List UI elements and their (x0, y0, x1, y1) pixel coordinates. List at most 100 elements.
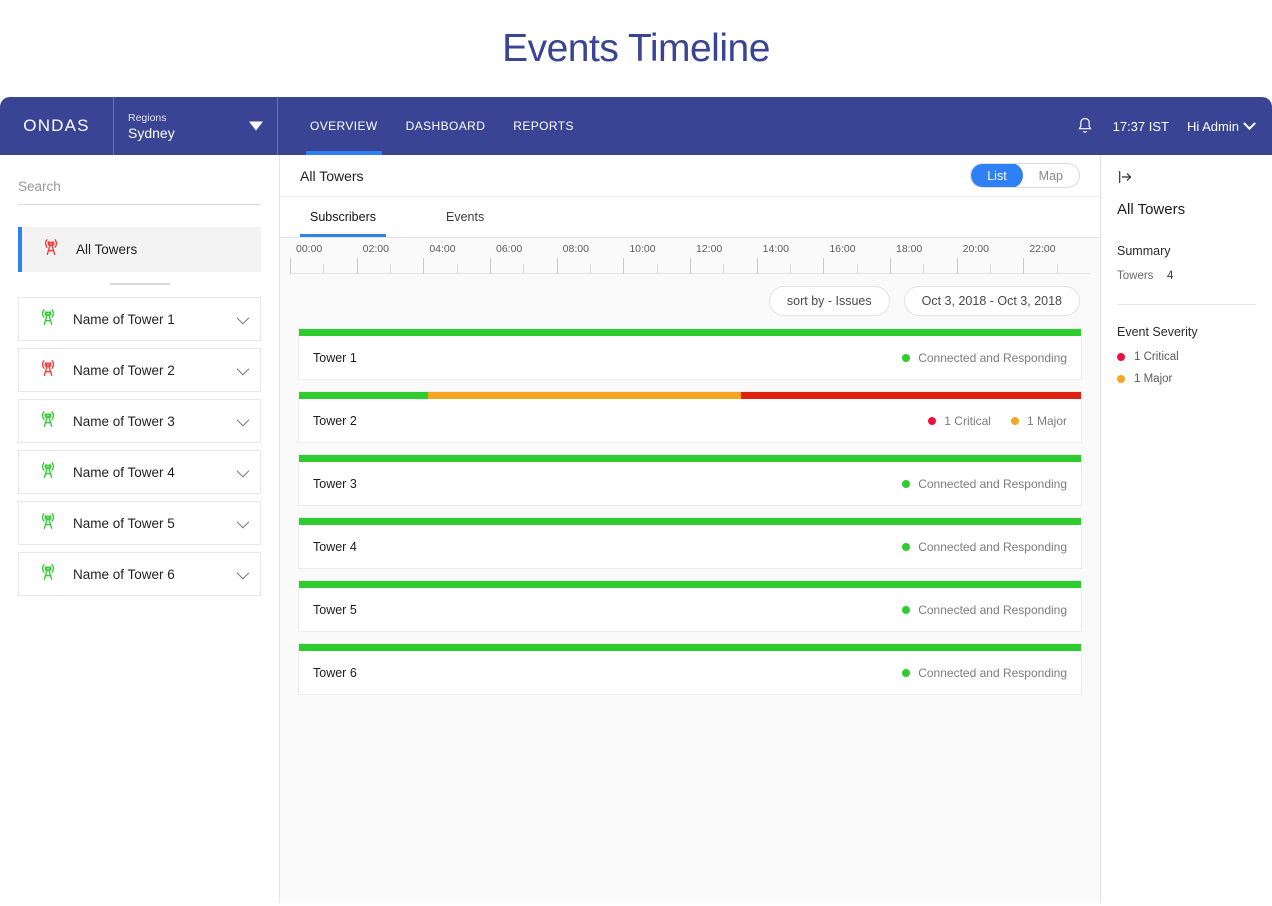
severity-heading: Event Severity (1117, 325, 1198, 339)
ruler-tick-minor-mark (456, 264, 458, 274)
timeline-ruler: 00:00 02:00 04:00 06:00 08:00 10:00 12:00 14:00… (290, 238, 1090, 274)
table-row[interactable]: Tower 2 1 Critical 1 Major (298, 391, 1082, 443)
severity-item-critical-label: 1 Critical (1134, 351, 1179, 363)
status-badge: Connected and Responding (902, 351, 1067, 365)
sidebar-divider (109, 283, 170, 285)
sort-by-label: sort by - Issues (786, 294, 872, 308)
chevron-down-icon[interactable] (236, 515, 250, 528)
row-tower-name: Tower 4 (313, 539, 357, 554)
region-selector[interactable]: Regions Sydney (113, 97, 278, 155)
user-menu[interactable]: Hi Admin (1187, 116, 1256, 134)
sidebar-item-tower-3-label: Name of Tower 3 (73, 413, 175, 429)
table-row[interactable]: Tower 5 Connected and Responding (298, 580, 1082, 632)
nav-tabs: OVERVIEW DASHBOARD REPORTS (296, 97, 588, 155)
main-content: All Towers List Map Subscribers Events 0… (280, 155, 1100, 903)
status-badge: Connected and Responding (902, 540, 1067, 554)
status-badge-label: 1 Critical (944, 413, 991, 428)
ruler-tick-major (556, 258, 558, 274)
ruler-tick-minor-mark (923, 264, 925, 274)
chevron-down-icon (1243, 116, 1256, 130)
status-dot (1010, 416, 1019, 425)
table-row[interactable]: Tower 1 Connected and Responding (298, 328, 1082, 380)
timeline-bar-segment (428, 392, 741, 399)
view-toggle: List Map (970, 163, 1080, 188)
page-title-text: Events Timeline (502, 26, 770, 70)
row-body: Tower 3 Connected and Responding (299, 462, 1081, 505)
tab-events-label: Events (446, 210, 485, 224)
top-navbar: ONDAS Regions Sydney OVERVIEW DASHBOARD … (0, 97, 1272, 155)
timeline-bar-segment (299, 644, 1081, 651)
status-dot (1117, 375, 1125, 383)
ruler-tick-major (290, 258, 291, 274)
tower-icon (37, 561, 59, 588)
chevron-down-icon[interactable] (236, 413, 250, 426)
ruler-tick-minor-mark (723, 264, 725, 274)
sidebar-item-tower-3[interactable]: Name of Tower 3 (18, 399, 261, 443)
ruler-tick-label: 12:00 (696, 243, 723, 255)
row-status: Connected and Responding (902, 477, 1067, 491)
tab-events[interactable]: Events (436, 197, 494, 237)
status-badge: Connected and Responding (902, 666, 1067, 680)
status-dot (902, 542, 911, 551)
sidebar-item-tower-1[interactable]: Name of Tower 1 (18, 297, 261, 341)
chevron-down-icon[interactable] (236, 311, 250, 324)
status-dot (1117, 353, 1125, 361)
status-badge-label: 1 Major (1026, 413, 1067, 428)
status-badge-label: Connected and Responding (918, 476, 1067, 491)
sidebar-item-all-towers[interactable]: All Towers (18, 227, 261, 272)
view-toggle-list[interactable]: List (971, 164, 1023, 187)
sort-by-button[interactable]: sort by - Issues (768, 286, 890, 316)
app-body: All Towers Name of Tower 1 (0, 155, 1272, 903)
view-toggle-map[interactable]: Map (1023, 164, 1079, 187)
status-dot (902, 668, 911, 677)
sidebar-item-all-towers-label: All Towers (76, 242, 138, 257)
ruler-tick-major (890, 258, 891, 274)
status-badge-label: Connected and Responding (918, 602, 1067, 617)
sidebar-item-tower-2[interactable]: Name of Tower 2 (18, 348, 261, 392)
timeline-bar-segment (299, 392, 429, 399)
table-row[interactable]: Tower 4 Connected and Responding (298, 517, 1082, 569)
sidebar-item-tower-6-label: Name of Tower 6 (73, 566, 175, 582)
nav-tab-reports[interactable]: REPORTS (499, 97, 588, 155)
timeline-bar (299, 329, 1081, 336)
nav-tab-overview[interactable]: OVERVIEW (296, 97, 392, 155)
right-panel-title: All Towers (1117, 201, 1186, 218)
date-range-button[interactable]: Oct 3, 2018 - Oct 3, 2018 (903, 286, 1080, 316)
ruler-tick-major (756, 258, 758, 274)
sidebar-item-tower-5[interactable]: Name of Tower 5 (18, 501, 261, 545)
row-status: Connected and Responding (902, 666, 1067, 680)
table-row[interactable]: Tower 6 Connected and Responding (298, 643, 1082, 695)
status-dot (928, 416, 937, 425)
content-tabs: Subscribers Events (280, 197, 1100, 238)
ruler-tick-label: 10:00 (629, 243, 656, 255)
nav-tab-overview-label: OVERVIEW (310, 119, 378, 133)
bell-icon[interactable] (1075, 115, 1095, 137)
panel-collapse-icon[interactable] (1117, 169, 1256, 185)
table-row[interactable]: Tower 3 Connected and Responding (298, 454, 1082, 506)
ruler-tick-major (623, 258, 625, 274)
search-input[interactable] (18, 173, 261, 205)
summary-key: Towers (1117, 270, 1154, 282)
nav-tab-dashboard[interactable]: DASHBOARD (392, 97, 500, 155)
brand-logo[interactable]: ONDAS (0, 97, 113, 155)
tab-subscribers[interactable]: Subscribers (300, 197, 386, 237)
right-panel: All Towers Summary Towers 4 Event Severi… (1100, 155, 1272, 903)
chevron-down-icon[interactable] (236, 362, 250, 375)
sidebar-item-tower-4-label: Name of Tower 4 (73, 464, 175, 480)
ruler-tick-label: 00:00 (296, 243, 323, 255)
chevron-down-icon[interactable] (236, 566, 250, 579)
status-badge-label: Connected and Responding (918, 350, 1067, 365)
tower-icon (37, 510, 59, 537)
status-badge: Connected and Responding (902, 603, 1067, 617)
ruler-tick-minor-mark (390, 264, 391, 274)
sidebar-item-tower-4[interactable]: Name of Tower 4 (18, 450, 261, 494)
sidebar-item-tower-1-label: Name of Tower 1 (73, 311, 175, 327)
sidebar-item-tower-6[interactable]: Name of Tower 6 (18, 552, 261, 596)
ruler-tick-label: 02:00 (362, 243, 389, 255)
brand-logo-text: ONDAS (23, 116, 90, 135)
ruler-tick-minor-mark (656, 264, 658, 274)
severity-item-critical: 1 Critical (1117, 351, 1256, 363)
timeline-bar (299, 581, 1081, 588)
tower-icon (37, 408, 59, 435)
chevron-down-icon[interactable] (236, 464, 250, 477)
